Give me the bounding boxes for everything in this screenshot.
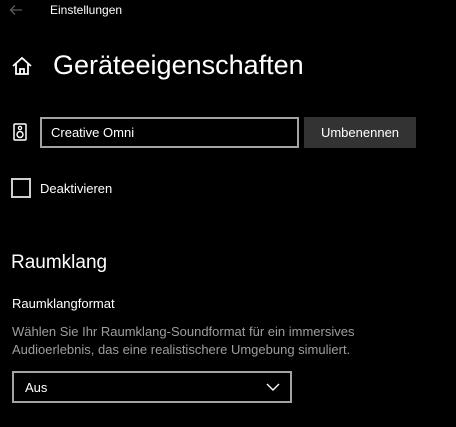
chevron-down-icon (266, 382, 280, 392)
home-icon (12, 56, 32, 75)
page-title: Geräteeigenschaften (53, 50, 304, 80)
spatial-sound-format-dropdown[interactable]: Aus (12, 371, 292, 403)
speaker-icon (13, 123, 27, 141)
back-arrow-icon (9, 5, 22, 15)
rename-button[interactable]: Umbenennen (304, 117, 416, 148)
disable-checkbox[interactable] (11, 178, 31, 198)
device-name-input[interactable] (40, 117, 299, 148)
dropdown-selected-value: Aus (25, 379, 48, 395)
disable-checkbox-row[interactable]: Deaktivieren (11, 177, 112, 199)
back-button[interactable] (4, 0, 28, 20)
window-title: Einstellungen (50, 3, 123, 17)
spatial-sound-description: Wählen Sie Ihr Raumklang-Soundformat für… (12, 324, 355, 357)
home-button[interactable] (10, 54, 34, 78)
title-bar: Einstellungen (0, 0, 456, 20)
spatial-sound-heading: Raumklang (11, 252, 108, 273)
disable-checkbox-label: Deaktivieren (40, 180, 113, 196)
settings-window: Einstellungen Geräteeigenschaften Umbene… (0, 0, 456, 427)
spatial-sound-format-label: Raumklangformat (12, 296, 115, 311)
